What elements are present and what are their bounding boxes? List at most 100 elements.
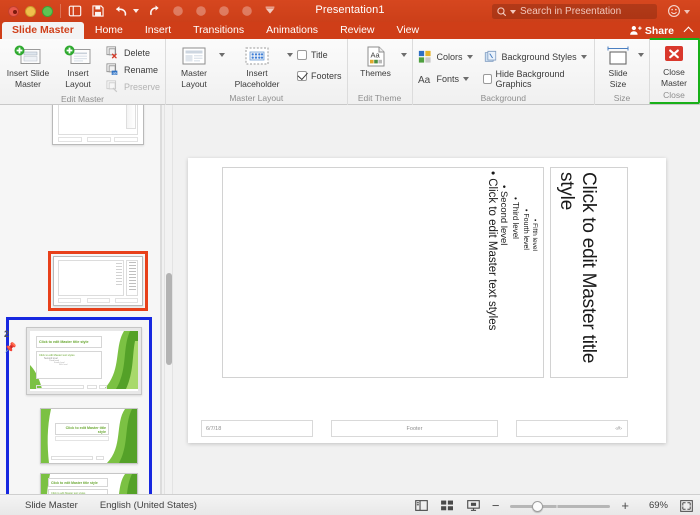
insert-placeholder-label-1: Insert: [246, 68, 268, 78]
toolbar-overflow-icon[interactable]: [263, 4, 277, 18]
zoom-out-button[interactable]: −: [492, 499, 500, 512]
tab-review[interactable]: Review: [329, 22, 385, 39]
background-styles-label: Background Styles: [501, 51, 577, 62]
background-styles-dropdown-caret[interactable]: [580, 54, 587, 59]
thumb-title-box: [126, 105, 136, 129]
slide-number-placeholder-text: ‹#›: [615, 425, 622, 432]
sidebar-toggle-icon[interactable]: [68, 4, 82, 18]
tab-animations[interactable]: Animations: [255, 22, 329, 39]
thumbnail-item-vertical-layout-1[interactable]: [52, 105, 144, 145]
insert-placeholder-dropdown-caret[interactable]: [287, 53, 294, 57]
thumbnail-item-title-slide-layout[interactable]: Click to edit Master title style: [40, 408, 138, 464]
title-checkbox-row[interactable]: Title: [297, 47, 342, 62]
minimize-window-button[interactable]: [25, 5, 36, 17]
normal-view-icon[interactable]: [414, 499, 429, 512]
thumbnail-frame: Click to edit Master title style: [40, 408, 138, 464]
footer-placeholder-text: Footer: [406, 425, 423, 432]
body-placeholder[interactable]: • Click to edit Master text styles • Sec…: [222, 167, 544, 378]
tab-transitions[interactable]: Transitions: [182, 22, 255, 39]
body-level-4-text: Fourth level: [522, 213, 529, 250]
fonts-label: Fonts: [436, 73, 460, 84]
search-scope-caret[interactable]: [510, 9, 516, 14]
thumbnail-item-title-content-layout[interactable]: Click to edit Master title style Click t…: [40, 473, 138, 494]
zoom-in-button[interactable]: +: [621, 499, 629, 512]
themes-icon: Aa: [364, 44, 388, 68]
save-icon[interactable]: [91, 4, 105, 18]
ribbon-group-close: Close Master Close: [649, 38, 700, 104]
slide-size-button[interactable]: Slide Size: [600, 42, 636, 89]
tab-insert[interactable]: Insert: [134, 22, 182, 39]
body-level-2: • Second level: [498, 185, 511, 376]
close-window-button[interactable]: [8, 5, 19, 17]
share-button[interactable]: Share: [629, 24, 674, 37]
tab-view[interactable]: View: [386, 22, 431, 39]
slide-canvas-area[interactable]: Click to edit Master title style • Click…: [175, 105, 700, 494]
fit-to-window-icon[interactable]: [679, 499, 694, 512]
fonts-button[interactable]: Aa Fonts: [418, 71, 473, 86]
undo-dropdown-caret[interactable]: [133, 9, 139, 13]
themes-button[interactable]: Aa Themes: [353, 42, 399, 79]
title-checkbox[interactable]: [297, 49, 308, 60]
redo-icon[interactable]: [148, 4, 162, 18]
master-layout-label-2: Layout: [181, 78, 207, 89]
tab-home[interactable]: Home: [84, 22, 134, 39]
zoom-slider[interactable]: [510, 500, 611, 512]
zoom-slider-knob[interactable]: [532, 500, 544, 512]
slide-thumbnail-pane[interactable]: 2 📌 Click to edit Master title style Cli…: [0, 105, 160, 494]
maximize-window-button[interactable]: [42, 5, 53, 17]
thumbnail-scrollbar-thumb[interactable]: [166, 273, 172, 365]
thumb-foot-number: [99, 385, 107, 389]
thumbnail-frame: Click to edit Master title style Click t…: [26, 327, 142, 395]
master-layout-icon: [181, 44, 207, 68]
rename-master-button[interactable]: ab Rename: [105, 62, 160, 77]
insert-layout-button[interactable]: Insert Layout: [55, 42, 101, 89]
insert-placeholder-button[interactable]: Insert Placeholder: [229, 42, 285, 89]
bullet-glyph-3: •: [511, 197, 520, 200]
colors-dropdown-caret[interactable]: [466, 54, 473, 59]
body-level-3: • Third level: [511, 197, 522, 376]
date-placeholder[interactable]: 6/7/18: [201, 420, 313, 437]
delete-master-button[interactable]: Delete: [105, 45, 160, 60]
feedback-dropdown-caret[interactable]: [684, 10, 690, 14]
hide-background-graphics-row[interactable]: Hide Background Graphics: [482, 69, 589, 89]
footer-placeholder[interactable]: Footer: [331, 420, 498, 437]
hide-background-graphics-checkbox[interactable]: [482, 73, 492, 84]
search-input[interactable]: Search in Presentation: [492, 4, 657, 19]
thumbnail-item-vertical-layout-2[interactable]: [53, 256, 143, 306]
group-label-master-layout: Master Layout: [229, 93, 284, 103]
master-layout-button[interactable]: Master Layout: [171, 42, 217, 89]
thumb-level-5: Fifth level: [59, 364, 68, 366]
slide-size-dropdown-caret[interactable]: [638, 53, 644, 57]
rename-icon: ab: [105, 63, 120, 77]
slideshow-icon[interactable]: [466, 499, 481, 512]
slide-number-placeholder[interactable]: ‹#›: [516, 420, 628, 437]
preserve-icon: [105, 80, 120, 94]
title-placeholder-text: Click to edit Master title style: [556, 172, 599, 364]
insert-slide-master-button[interactable]: Insert Slide Master: [5, 42, 51, 89]
footers-checkbox-label: Footers: [311, 70, 342, 81]
undo-icon[interactable]: [114, 4, 128, 18]
fonts-dropdown-caret[interactable]: [463, 76, 470, 81]
slide-sorter-icon[interactable]: [440, 499, 455, 512]
zoom-percentage[interactable]: 69%: [640, 500, 668, 511]
footers-checkbox-row[interactable]: Footers: [297, 68, 342, 83]
background-styles-button[interactable]: Background Styles: [483, 49, 589, 64]
insert-layout-label-1: Insert: [67, 68, 89, 78]
feedback-smiley-icon[interactable]: [667, 4, 681, 18]
thumb-title-text-lines: [129, 262, 136, 290]
fonts-icon: Aa: [418, 72, 433, 86]
slide-editor[interactable]: Click to edit Master title style • Click…: [188, 158, 666, 443]
body-level-5-text: Fifth level: [531, 223, 538, 251]
share-label: Share: [644, 24, 674, 37]
colors-button[interactable]: Colors: [418, 49, 473, 64]
close-master-button[interactable]: Close Master: [653, 41, 695, 88]
thumbnail-item-master-slide[interactable]: 2 📌 Click to edit Master title style Cli…: [4, 327, 142, 395]
preserve-master-button[interactable]: Preserve: [105, 79, 160, 94]
ribbon-group-edit-theme: Aa Themes Edit Theme: [346, 39, 412, 105]
footers-checkbox[interactable]: [297, 70, 308, 81]
status-language[interactable]: English (United States): [100, 500, 197, 511]
themes-dropdown-caret[interactable]: [400, 53, 407, 57]
title-placeholder[interactable]: Click to edit Master title style: [550, 167, 628, 378]
master-layout-dropdown-caret[interactable]: [219, 53, 226, 57]
tab-slide-master[interactable]: Slide Master: [2, 22, 84, 39]
